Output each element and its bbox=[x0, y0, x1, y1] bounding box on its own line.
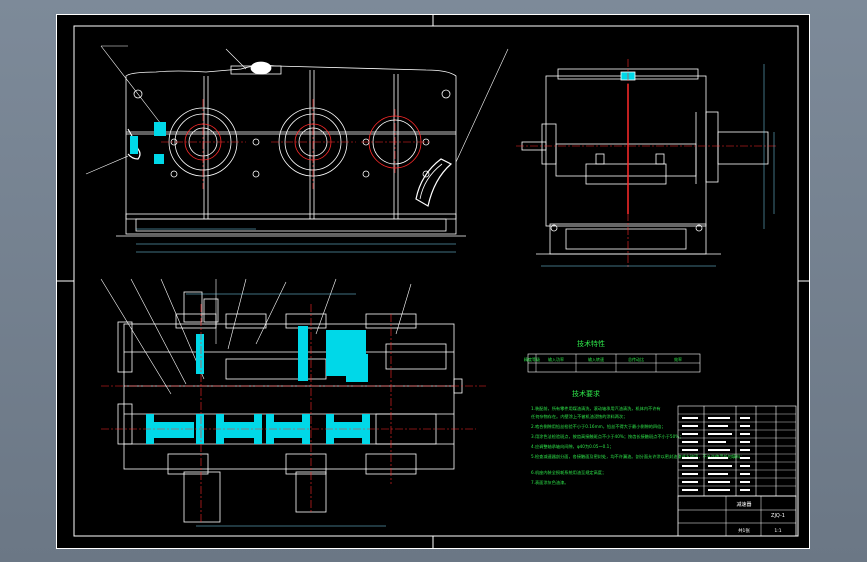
title-block: 减速器 ZJQ-1 1:1 共1张 bbox=[677, 495, 797, 537]
side-dimensions bbox=[541, 64, 775, 267]
title-block-name: 减速器 bbox=[736, 501, 751, 508]
top-section-view bbox=[100, 278, 463, 523]
tech-data-header: 精度等级 bbox=[524, 356, 540, 362]
front-dimensions bbox=[136, 228, 456, 253]
outer-frame bbox=[56, 14, 810, 549]
tech-requirements: 技术要求 1.装配前，所有零件用煤油清洗，滚动轴承用汽油清洗，机体内不许有 任何… bbox=[531, 389, 744, 486]
side-view bbox=[516, 59, 776, 269]
tech-data-header: 输入功率 bbox=[548, 356, 564, 362]
tech-data-header: 输入转速 bbox=[588, 356, 604, 362]
title-block-drawing-no: ZJQ-1 bbox=[771, 513, 785, 519]
front-view bbox=[85, 45, 509, 237]
tech-data-header: 总传动比 bbox=[628, 356, 644, 362]
requirement-line: 2.啮合侧隙用铅丝检验不小于0.16mm，铅丝不得大于最小侧隙的四倍； bbox=[531, 423, 666, 430]
requirement-line: 1.装配前，所有零件用煤油清洗，滚动轴承用汽油清洗，机体内不许有 bbox=[531, 405, 661, 412]
cad-drawing-canvas[interactable]: 技术特性 输入功率 输入转速 总传动比 效率 精度等级 技术要求 1.装配前，所… bbox=[56, 14, 810, 549]
requirement-line: 任何杂物存在。内壁涂上不被机油浸蚀的涂料两次； bbox=[531, 413, 627, 420]
inner-frame bbox=[73, 25, 799, 537]
tech-requirements-title: 技术要求 bbox=[572, 389, 600, 398]
front-hatch bbox=[130, 122, 166, 164]
requirement-line: 3.用涂色法检验斑点，按齿高接触斑点不小于40%；按齿长接触斑点不小于50%； bbox=[531, 433, 683, 440]
title-block-scale: 1:1 bbox=[774, 528, 781, 534]
tech-data-title: 技术特性 bbox=[577, 339, 605, 348]
title-block-sheet: 共1张 bbox=[738, 527, 750, 534]
tech-data-table: 技术特性 输入功率 输入转速 总传动比 效率 精度等级 bbox=[524, 339, 701, 373]
section-hatch bbox=[146, 326, 370, 444]
tech-data-header: 效率 bbox=[674, 356, 682, 362]
requirement-line: 6.机座内装全损耗系统用油至规定高度； bbox=[531, 469, 606, 476]
requirement-line: 4.应调整轴承轴向间隙，φ40为0.05～0.1； bbox=[531, 443, 614, 450]
requirement-line: 7.表面涂灰色油漆。 bbox=[531, 479, 569, 486]
cad-drawing: 技术特性 输入功率 输入转速 总传动比 效率 精度等级 技术要求 1.装配前，所… bbox=[56, 14, 810, 549]
